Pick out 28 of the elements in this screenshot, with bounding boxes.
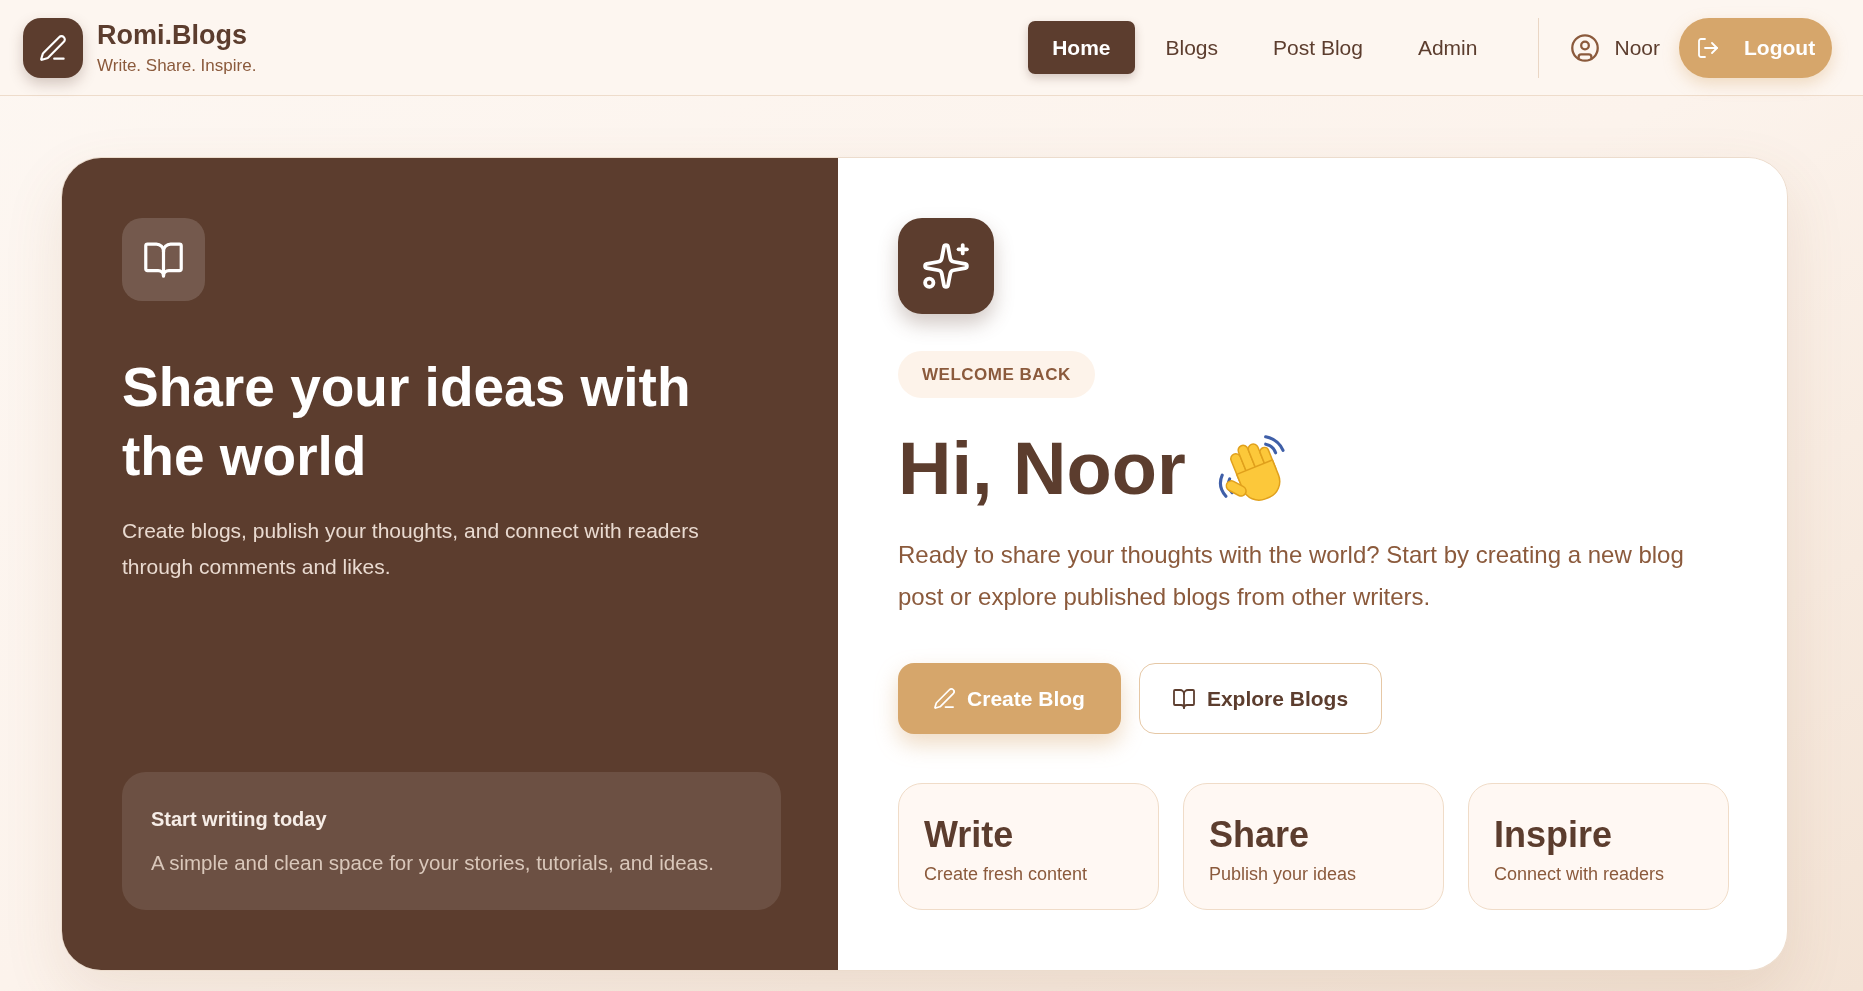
brand-tagline: Write. Share. Inspire. <box>97 54 257 77</box>
user-name: Noor <box>1614 34 1660 61</box>
feature-title: Inspire <box>1494 813 1614 856</box>
hero-heading: Share your ideas with the world <box>122 355 692 489</box>
callout-title: Start writing today <box>151 807 328 832</box>
brand-name: Romi.Blogs <box>97 18 248 51</box>
feature-subtitle: Connect with readers <box>1494 863 1666 886</box>
user-icon <box>1571 33 1600 62</box>
nav-link[interactable]: Home <box>1028 21 1135 74</box>
feature-title: Share <box>1209 813 1311 856</box>
welcome-badge: WELCOME BACK <box>898 351 1095 398</box>
callout-text: A simple and clean space for your stories, tutorials, and ideas. <box>151 850 715 876</box>
logout-icon <box>1698 37 1718 58</box>
feature-title: Write <box>924 813 1015 856</box>
welcome-description: Ready to share your thoughts with the world? Start by creating a new blog post or explore published blogs from other writers. <box>898 540 1685 612</box>
nav-link[interactable]: Blogs <box>1141 21 1243 74</box>
nav-link[interactable]: Admin <box>1393 21 1502 74</box>
hero-description: Create blogs, publish your thoughts, and connect with readers through comments and likes. <box>122 518 700 580</box>
pen-icon <box>934 688 956 709</box>
book-icon <box>122 218 205 301</box>
sparkles-icon <box>898 218 994 314</box>
feature-subtitle: Publish your ideas <box>1209 863 1358 886</box>
outline-button[interactable]: Explore Blogs <box>1139 663 1382 734</box>
greeting-heading: Hi, Noor <box>898 429 1186 508</box>
pen-icon <box>23 17 83 78</box>
nav-link[interactable]: Post Blog <box>1249 21 1387 74</box>
feature-subtitle: Create fresh content <box>924 863 1089 886</box>
book-icon <box>1172 688 1195 709</box>
